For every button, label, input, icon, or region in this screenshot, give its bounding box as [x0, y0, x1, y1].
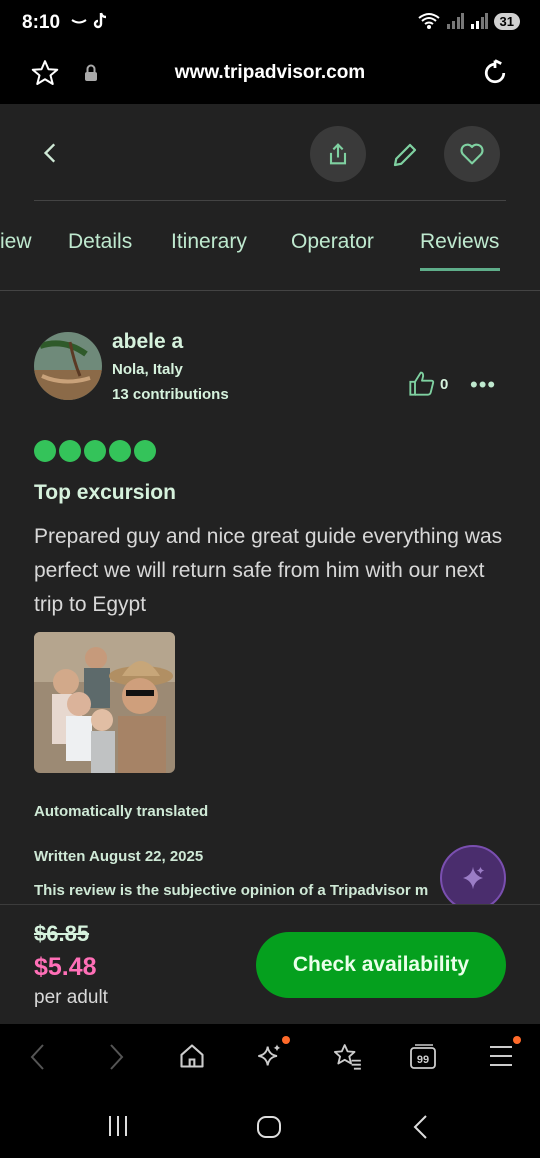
system-home-icon[interactable]	[256, 1114, 282, 1140]
browser-forward-icon[interactable]	[104, 1042, 128, 1072]
wifi-icon	[417, 13, 440, 29]
save-heart-button[interactable]	[444, 126, 500, 182]
booking-bar: $6.85 $5.48 per adult Check availability	[0, 904, 540, 1024]
active-tab-indicator	[420, 268, 500, 271]
reload-icon[interactable]	[480, 58, 510, 88]
share-icon	[329, 143, 347, 165]
page-content: iew Details Itinerary Operator Reviews a…	[0, 104, 540, 1024]
tiktok-icon	[93, 12, 107, 29]
rating-bubble	[134, 440, 156, 462]
tab-operator[interactable]: Operator	[291, 230, 374, 254]
home-icon[interactable]	[178, 1042, 206, 1070]
review-title: Top excursion	[34, 481, 176, 504]
tabs-icon[interactable]: 99	[408, 1042, 438, 1070]
written-date: Written August 22, 2025	[34, 848, 204, 865]
bookmarks-icon[interactable]	[332, 1042, 362, 1070]
status-bar: 8:10 31	[0, 0, 540, 48]
rating-bubble	[84, 440, 106, 462]
review-photo[interactable]	[34, 632, 175, 773]
rating-bubble	[59, 440, 81, 462]
review-disclaimer: This review is the subjective opinion of…	[34, 882, 429, 899]
original-price: $6.85	[34, 921, 90, 946]
status-indicators: 31	[417, 12, 520, 30]
check-availability-button[interactable]: Check availability	[256, 932, 506, 998]
heart-icon	[460, 143, 484, 165]
status-time: 8:10	[22, 12, 61, 33]
browser-back-icon[interactable]	[26, 1042, 50, 1072]
share-button[interactable]	[310, 126, 366, 182]
ai-assistant-button[interactable]	[440, 845, 506, 911]
price-unit: per adult	[34, 987, 108, 1008]
review-body: Prepared guy and nice great guide everyt…	[34, 525, 503, 616]
tab-reviews[interactable]: Reviews	[420, 230, 499, 254]
reviewer-contributions: 13 contributions	[112, 386, 229, 403]
system-back-icon[interactable]	[410, 1114, 432, 1140]
section-tabs: iew Details Itinerary Operator Reviews	[0, 208, 540, 288]
rating-bubbles	[34, 440, 156, 462]
reviewer-location: Nola, Italy	[112, 361, 183, 378]
divider	[34, 200, 506, 201]
sparkle-icon	[463, 866, 485, 890]
amazon-smile-icon	[71, 19, 87, 24]
auto-translated-label: Automatically translated	[34, 803, 209, 820]
notification-icons	[70, 12, 108, 30]
tab-details[interactable]: Details	[68, 230, 132, 254]
back-arrow-icon[interactable]	[38, 140, 64, 166]
edit-pencil-icon[interactable]	[390, 140, 420, 170]
browser-url-bar: www.tripadvisor.com	[0, 48, 540, 104]
notification-dot	[513, 1036, 521, 1044]
ai-sparkle-icon[interactable]	[256, 1042, 284, 1070]
recent-apps-icon[interactable]	[106, 1114, 130, 1138]
page-actions	[0, 104, 540, 204]
url-text[interactable]: www.tripadvisor.com	[0, 62, 540, 84]
rating-bubble	[109, 440, 131, 462]
battery-indicator: 31	[493, 12, 520, 30]
thumbs-up-icon[interactable]	[408, 370, 436, 396]
signal-icon-2	[470, 13, 488, 29]
more-options-icon[interactable]: •••	[470, 372, 496, 398]
notification-dot	[282, 1036, 290, 1044]
tab-itinerary[interactable]: Itinerary	[171, 230, 247, 254]
review-photo-image	[34, 632, 175, 773]
menu-icon[interactable]	[488, 1042, 514, 1070]
reviewer-avatar[interactable]	[34, 332, 102, 400]
avatar-image	[34, 332, 102, 400]
reviewer-name[interactable]: abele a	[112, 330, 183, 354]
signal-icon-1	[446, 13, 464, 29]
browser-bottom-nav: 99	[0, 1024, 540, 1090]
svg-text:99: 99	[417, 1054, 429, 1066]
sale-price: $5.48	[34, 953, 97, 981]
like-count: 0	[440, 376, 449, 393]
divider	[0, 290, 540, 291]
rating-bubble	[34, 440, 56, 462]
tab-overview[interactable]: iew	[0, 230, 32, 254]
system-nav-bar	[0, 1090, 540, 1158]
